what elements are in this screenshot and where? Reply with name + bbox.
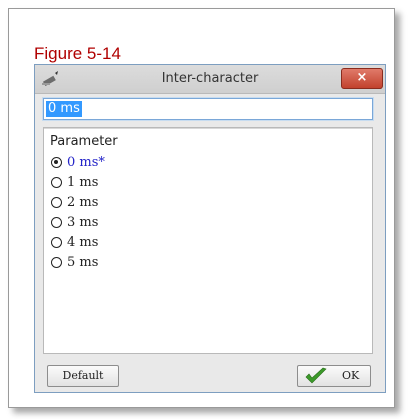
option-0ms[interactable]: 0 ms*	[49, 152, 105, 172]
option-label: 0 ms*	[67, 154, 105, 170]
figure-caption: Figure 5-14	[34, 44, 121, 63]
radio-icon[interactable]	[51, 176, 62, 188]
ok-button[interactable]: OK	[297, 365, 371, 387]
inter-character-dialog: Inter-character × 0 ms Parameter 0 ms* 1…	[34, 64, 386, 393]
radio-icon[interactable]	[51, 216, 62, 228]
option-1ms[interactable]: 1 ms	[49, 172, 105, 192]
option-label: 1 ms	[67, 174, 99, 190]
list-divider	[44, 128, 372, 129]
parameter-list: Parameter 0 ms* 1 ms 2 ms 3 ms 4 ms 5 ms	[43, 127, 373, 354]
value-input[interactable]: 0 ms	[42, 97, 374, 121]
option-4ms[interactable]: 4 ms	[49, 232, 105, 252]
ok-label: OK	[342, 369, 360, 382]
radio-icon[interactable]	[51, 236, 62, 248]
option-3ms[interactable]: 3 ms	[49, 212, 105, 232]
radio-icon[interactable]	[51, 256, 62, 268]
option-label: 5 ms	[67, 254, 99, 270]
list-header: Parameter	[50, 134, 118, 149]
radio-icon[interactable]	[51, 196, 62, 208]
options-group: 0 ms* 1 ms 2 ms 3 ms 4 ms 5 ms	[49, 152, 105, 272]
close-button[interactable]: ×	[341, 68, 383, 89]
radio-selected-icon[interactable]	[51, 156, 62, 168]
title-bar[interactable]: Inter-character ×	[35, 65, 385, 94]
checkmark-icon	[305, 367, 327, 384]
option-label: 3 ms	[67, 214, 99, 230]
option-5ms[interactable]: 5 ms	[49, 252, 105, 272]
dialog-title: Inter-character	[161, 71, 259, 86]
default-button[interactable]: Default	[47, 365, 119, 387]
option-2ms[interactable]: 2 ms	[49, 192, 105, 212]
option-label: 2 ms	[67, 194, 99, 210]
value-input-text: 0 ms	[46, 101, 82, 117]
option-label: 4 ms	[67, 234, 99, 250]
